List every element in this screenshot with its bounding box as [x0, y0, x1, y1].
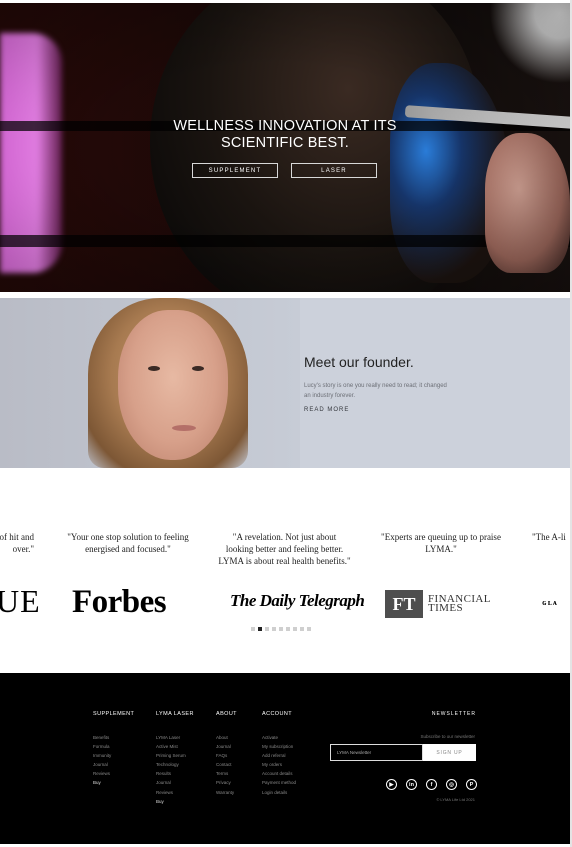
- ft-logo-line: TIMES: [428, 602, 463, 614]
- copyright: © LYMA Life Ltd 2021: [436, 797, 475, 802]
- footer-link[interactable]: Warranty: [216, 788, 237, 797]
- footer-link[interactable]: Account details: [262, 769, 296, 778]
- footer-link[interactable]: My subscription: [262, 742, 296, 751]
- founder-eye: [192, 366, 204, 371]
- newsletter-title: NEWSLETTER: [431, 711, 476, 717]
- footer-link[interactable]: My orders: [262, 760, 296, 769]
- press-quote: "Your one stop solution to feeling energ…: [67, 532, 189, 554]
- newsletter-subtitle: Subscribe to our newsletter: [420, 734, 475, 739]
- footer-link[interactable]: Privacy: [216, 778, 237, 787]
- footer-link[interactable]: About: [216, 733, 237, 742]
- footer-link[interactable]: Reviews: [156, 788, 194, 797]
- footer-link[interactable]: Journal: [93, 760, 134, 769]
- carousel-dot[interactable]: [258, 627, 262, 631]
- founder-lip: [172, 425, 196, 431]
- press-quote: "Experts are queuing up to praise LYMA.": [381, 532, 501, 554]
- footer-link[interactable]: Journal: [156, 778, 194, 787]
- footer-link[interactable]: Add referral: [262, 751, 296, 760]
- ft-logo: FT FINANCIAL TIMES: [385, 590, 491, 618]
- newsletter-input[interactable]: LYMA Newsletter: [330, 744, 423, 761]
- telegraph-logo: The Daily Telegraph: [230, 591, 365, 610]
- linkedin-icon[interactable]: in: [406, 779, 417, 790]
- carousel-dot[interactable]: [272, 627, 276, 631]
- footer-heading: SUPPLEMENT: [93, 711, 135, 717]
- footer-link[interactable]: Buy: [156, 797, 194, 806]
- sign-up-button[interactable]: SIGN UP: [423, 744, 476, 761]
- footer-link[interactable]: Results: [156, 769, 194, 778]
- footer-link[interactable]: Buy: [93, 778, 134, 787]
- carousel-dot[interactable]: [293, 627, 297, 631]
- hero-title: WELLNESS INNOVATION AT ITS SCIENTIFIC BE…: [173, 118, 397, 151]
- footer-column-laser: LYMA LASER LYMA Laser Active Mist Priming S…: [156, 711, 194, 806]
- footer-link[interactable]: Login details: [262, 788, 296, 797]
- carousel-dot[interactable]: [286, 627, 290, 631]
- ft-logo-words: FINANCIAL TIMES: [428, 594, 491, 614]
- press-logo-cut: ɢʟᴀ: [542, 598, 558, 607]
- laser-button[interactable]: LASER: [291, 163, 377, 178]
- founder-text: Lucy's story is one you really need to r…: [304, 383, 447, 399]
- pinterest-icon[interactable]: P: [466, 779, 477, 790]
- press-quote: "The A-li: [532, 532, 566, 542]
- footer-link[interactable]: Immunity: [93, 751, 134, 760]
- social-links: ▶ in f ◎ P: [386, 779, 477, 790]
- footer-link[interactable]: Reviews: [93, 769, 134, 778]
- carousel-dot[interactable]: [300, 627, 304, 631]
- footer-link[interactable]: Terms: [216, 769, 237, 778]
- footer-link[interactable]: Active Mist: [156, 742, 194, 751]
- footer: SUPPLEMENT Benefits Formula Immunity Journal…: [0, 673, 570, 844]
- footer-column-about: ABOUT About Journal FAQs Contact Terms Privacy…: [216, 711, 237, 797]
- footer-link[interactable]: Contact: [216, 760, 237, 769]
- footer-link[interactable]: Benefits: [93, 733, 134, 742]
- footer-heading: ACCOUNT: [262, 711, 292, 717]
- footer-column-account: ACCOUNT Activate My subscription Add referr…: [262, 711, 296, 797]
- footer-link[interactable]: Journal: [216, 742, 237, 751]
- founder-eye: [148, 366, 160, 371]
- footer-heading: LYMA LASER: [156, 711, 194, 717]
- founder-photo: [118, 310, 228, 460]
- footer-link[interactable]: Formula: [93, 742, 134, 751]
- carousel-dot[interactable]: [251, 627, 255, 631]
- facebook-icon[interactable]: f: [426, 779, 437, 790]
- carousel-dot[interactable]: [307, 627, 311, 631]
- supplement-button[interactable]: SUPPLEMENT: [192, 163, 278, 178]
- footer-column-supplement: SUPPLEMENT Benefits Formula Immunity Journal…: [93, 711, 134, 788]
- founder-title: Meet our founder.: [304, 354, 414, 370]
- carousel-dot[interactable]: [279, 627, 283, 631]
- carousel-dots: [251, 627, 311, 631]
- read-more-link[interactable]: READ MORE: [304, 407, 349, 413]
- footer-link[interactable]: Activate: [262, 733, 296, 742]
- youtube-icon[interactable]: ▶: [386, 779, 397, 790]
- footer-link[interactable]: FAQs: [216, 751, 237, 760]
- vogue-logo: UE: [0, 583, 41, 619]
- forbes-logo: Forbes: [72, 584, 167, 620]
- footer-link[interactable]: Technology: [156, 760, 194, 769]
- ft-logo-box: FT: [385, 590, 423, 618]
- footer-link[interactable]: Payment method: [262, 778, 296, 787]
- press-quote: days of hit and over.": [0, 532, 34, 554]
- founder-section: [0, 298, 570, 468]
- press-quote: "A revelation. Not just about looking be…: [218, 532, 351, 566]
- footer-link[interactable]: Priming Serum: [156, 751, 194, 760]
- instagram-icon[interactable]: ◎: [446, 779, 457, 790]
- footer-link[interactable]: LYMA Laser: [156, 733, 194, 742]
- carousel-dot[interactable]: [265, 627, 269, 631]
- footer-heading: ABOUT: [216, 711, 237, 717]
